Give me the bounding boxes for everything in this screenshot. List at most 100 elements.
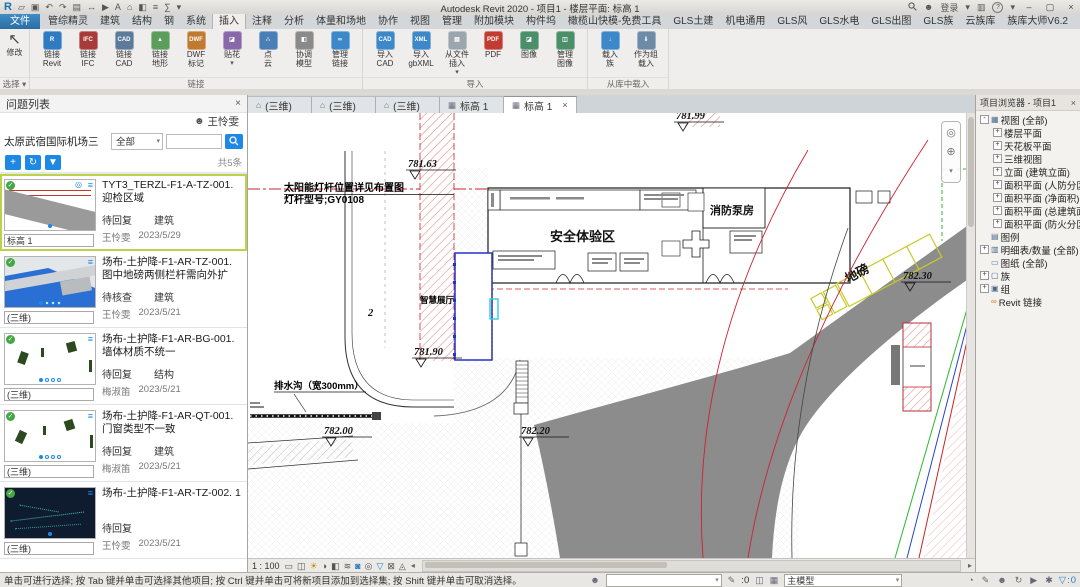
customize-icon[interactable]: ▾ — [177, 1, 182, 13]
ribbon-tab-体量和场地[interactable]: 体量和场地 — [310, 14, 372, 29]
expand-icon[interactable]: + — [980, 245, 989, 254]
manage-links-button[interactable]: ∞管理 链接 — [322, 31, 358, 69]
decal-button[interactable]: ◪贴花▾ — [214, 31, 250, 66]
issue-thumbnail[interactable]: ✓ ≡ — [4, 410, 96, 462]
sum-icon[interactable]: ∑ — [164, 1, 170, 13]
tree-item-三维视图[interactable]: +三维视图 — [976, 152, 1080, 165]
view-tab-close-icon[interactable]: × — [562, 100, 567, 110]
worksharing-display-icon[interactable]: ◔ — [968, 575, 973, 586]
issue-card[interactable]: ✓ ◎ ≡ 标高 1 TYT3_TERZL-F1-A-TZ-001. 迎检区域 … — [0, 174, 247, 251]
sun-settings-icon[interactable]: ☀ — [310, 560, 318, 572]
close-button[interactable]: × — [1064, 2, 1078, 12]
expand-icon[interactable]: + — [993, 206, 1002, 215]
ribbon-tab-附加模块[interactable]: 附加模块 — [468, 14, 520, 29]
drawing-canvas[interactable]: 安全体验区 消防泵房 智慧展厅 — [248, 113, 975, 558]
ribbon-tab-管理[interactable]: 管理 — [436, 14, 468, 29]
link-topography-button[interactable]: ▲链接 地形 — [142, 31, 178, 69]
ribbon-tab-协作[interactable]: 协作 — [372, 14, 404, 29]
help-icon[interactable]: ? — [992, 2, 1003, 13]
view-tab-标高 1[interactable]: ▦标高 1 — [440, 96, 504, 113]
card-menu-icon[interactable]: ≡ — [88, 488, 93, 498]
workset-select[interactable]: ▾ — [606, 574, 722, 587]
issue-thumbnail[interactable]: ✓ ≡ — [4, 487, 96, 539]
panel-label-链接[interactable]: 链接 — [30, 77, 362, 89]
panel-label-select[interactable]: 选择 ▾ — [0, 77, 29, 89]
point-cloud-button[interactable]: ∴点 云 — [250, 31, 286, 69]
card-menu-icon[interactable]: ≡ — [88, 257, 93, 267]
ribbon-tab-系统[interactable]: 系统 — [180, 14, 212, 29]
tree-item-Revit 链接[interactable]: ∞Revit 链接 — [976, 295, 1080, 308]
pdf-button[interactable]: PDFPDF — [475, 31, 511, 60]
signin-button[interactable]: 登录 — [940, 1, 958, 14]
selection-filter-button[interactable]: ▽:0 — [1059, 575, 1076, 586]
thin-lines-icon[interactable]: ≡ — [153, 1, 158, 13]
card-menu-icon[interactable]: ≡ — [88, 411, 93, 421]
ribbon-tab-钢[interactable]: 钢 — [158, 14, 180, 29]
view-tab-标高 1[interactable]: ▦标高 1× — [504, 96, 577, 113]
expand-icon[interactable]: + — [993, 128, 1002, 137]
view-scale[interactable]: 1 : 100 — [252, 561, 280, 571]
selected-element-blue-rect[interactable] — [453, 253, 498, 360]
expand-icon[interactable]: + — [993, 180, 1002, 189]
expand-icon[interactable]: + — [993, 141, 1002, 150]
redo-icon[interactable]: ↷ — [59, 1, 67, 13]
dwf-markup-button[interactable]: DWFDWF 标记 — [178, 31, 214, 69]
worksets-dialog-icon[interactable]: ◫ — [755, 575, 764, 586]
background-processes-icon[interactable]: ↻ — [1015, 575, 1023, 586]
pin-icon[interactable]: ◎ — [75, 180, 82, 189]
ribbon-tab-GLS土建[interactable]: GLS土建 — [667, 14, 719, 29]
ribbon-tab-Revizto 5[interactable]: Revizto 5 — [1074, 15, 1080, 29]
ribbon-tab-GLS族[interactable]: GLS族 — [917, 14, 959, 29]
crop-region-icon[interactable]: ▭ — [285, 560, 294, 572]
editing-requests-icon[interactable]: ✎ — [982, 575, 990, 586]
filter-view-icon[interactable]: ▽ — [376, 560, 383, 572]
editable-only-icon[interactable]: ▦ — [770, 575, 779, 586]
tree-item-图纸 (全部)[interactable]: ▭图纸 (全部) — [976, 256, 1080, 269]
undo-icon[interactable]: ↶ — [45, 1, 53, 13]
refresh-button[interactable]: ↻ — [25, 155, 41, 170]
detail-level-icon[interactable]: ≋ — [344, 560, 352, 572]
measure-icon[interactable]: ↔ — [87, 1, 96, 13]
help-caret-icon[interactable]: ▾ — [1010, 2, 1015, 13]
restore-button[interactable]: ▢ — [1043, 2, 1057, 13]
select-toggle-icon[interactable]: ▶ — [1030, 575, 1037, 586]
ribbon-tab-族库大师V6.2[interactable]: 族库大师V6.2 — [1001, 14, 1074, 29]
app-store-icon[interactable]: ▥ — [977, 2, 986, 13]
crop-visible-icon[interactable]: ◫ — [297, 560, 306, 572]
tree-item-面积平面 (人防分区面积)[interactable]: +面积平面 (人防分区面积) — [976, 178, 1080, 191]
issue-thumbnail[interactable]: ✓ ≡ — [4, 333, 96, 385]
revit-menu-icon[interactable]: R — [4, 1, 12, 13]
3d-view-icon[interactable]: ⌂ — [127, 1, 132, 13]
navbar-caret-icon[interactable]: ▾ — [949, 166, 953, 177]
manage-images-button[interactable]: ◫管理 图像 — [547, 31, 583, 69]
load-family-button[interactable]: ↓载入 族 — [592, 31, 628, 69]
issue-card[interactable]: ✓ ≡ (三维) 场布-土护降-F1-AR-TZ-001. 图中地磅两侧栏杆需向… — [0, 251, 247, 328]
design-option-select[interactable]: 主模型▾ — [784, 574, 902, 587]
image-button[interactable]: ◪图像 — [511, 31, 547, 60]
tree-item-明细表/数量 (全部)[interactable]: +▥明细表/数量 (全部) — [976, 243, 1080, 256]
scroll-left-icon[interactable]: ◂ — [411, 561, 415, 570]
ribbon-tab-结构[interactable]: 结构 — [126, 14, 158, 29]
modify-icon[interactable]: ▶ — [102, 1, 109, 13]
expand-icon[interactable]: + — [993, 167, 1002, 176]
import-gbxml-button[interactable]: XML导入 gbXML — [403, 31, 439, 69]
reveal-hidden-icon[interactable]: ◙ — [355, 560, 360, 572]
visual-style-icon[interactable]: ◧ — [331, 560, 340, 572]
text-icon[interactable]: A — [115, 1, 121, 13]
link-ifc-button[interactable]: IFC链接 IFC — [70, 31, 106, 69]
expand-icon[interactable]: + — [980, 284, 989, 293]
expand-icon[interactable]: + — [980, 271, 989, 280]
issues-close-icon[interactable]: × — [235, 98, 241, 109]
tree-item-面积平面 (净面积)[interactable]: +面积平面 (净面积) — [976, 191, 1080, 204]
horizontal-scrollbar[interactable] — [422, 560, 961, 572]
panel-label-从库中载入[interactable]: 从库中载入 — [588, 77, 668, 89]
issue-card[interactable]: ✓ ≡ (三维) 场布-土护降-F1-AR-TZ-002. 1 待回复 王怜雯2… — [0, 482, 247, 559]
ribbon-tab-橄榄山快模-免费工具[interactable]: 橄榄山快模-免费工具 — [562, 14, 667, 29]
vertical-scrollbar[interactable] — [966, 113, 975, 558]
modify-button[interactable]: ↖ 修改 — [4, 31, 25, 58]
tree-item-楼层平面[interactable]: +楼层平面 — [976, 126, 1080, 139]
search-icon[interactable] — [908, 2, 917, 13]
issue-card[interactable]: ✓ ≡ (三维) 场布-土护降-F1-AR-QT-001. 门窗类型不一致 待回… — [0, 405, 247, 482]
import-cad-button[interactable]: CAD导入 CAD — [367, 31, 403, 69]
steering-wheel-icon[interactable]: ◎ — [946, 128, 956, 139]
